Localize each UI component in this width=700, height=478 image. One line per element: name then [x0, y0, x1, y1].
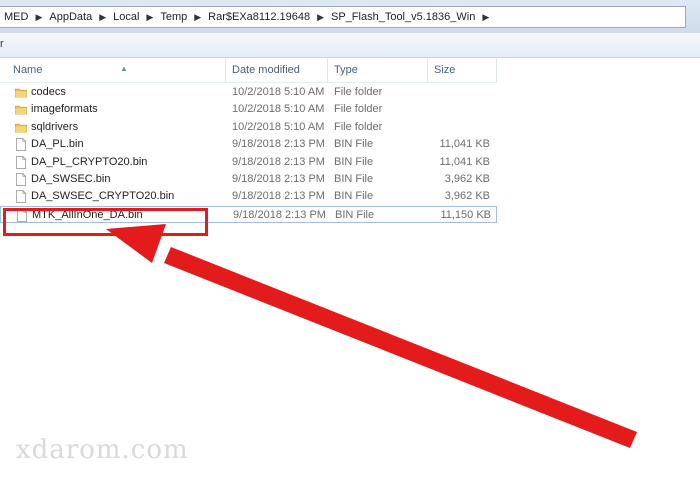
- arrow-shaft: [164, 247, 637, 448]
- annotation-arrow-icon: [106, 224, 637, 448]
- arrow-head: [106, 224, 166, 263]
